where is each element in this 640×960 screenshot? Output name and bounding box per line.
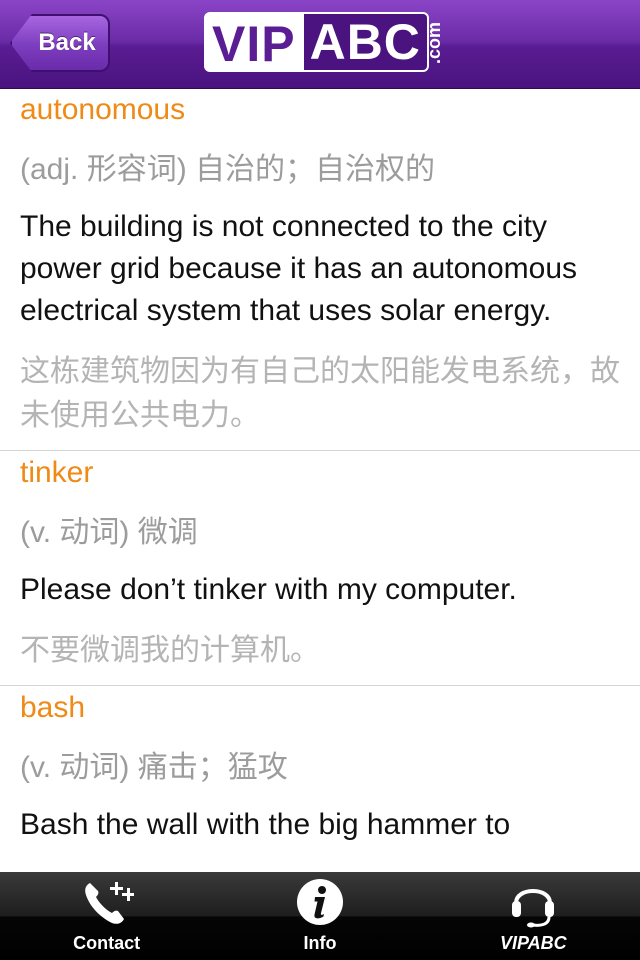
navigation-bar: Back VIP ABC .com <box>0 0 640 89</box>
word-entry: autonomous (adj. 形容词) 自治的；自治权的 The build… <box>0 88 640 451</box>
phone-plus-icon <box>80 875 134 929</box>
entry-example: Please don’t tinker with my computer. <box>20 573 517 606</box>
logo-text-abc: ABC <box>303 12 429 72</box>
tab-vipabc-label: VIPABC <box>499 933 567 953</box>
back-button[interactable]: Back <box>10 14 110 72</box>
entry-example: Bash the wall with the big hammer to <box>20 808 511 841</box>
tab-bar: Contact Info VIPABC <box>0 872 640 960</box>
entry-part-of-speech: (v. 动词) 痛击；猛攻 <box>20 751 288 784</box>
tab-contact[interactable]: Contact <box>0 872 213 960</box>
tab-vipabc[interactable]: VIPABC <box>427 872 640 960</box>
logo-suffix: .com <box>424 22 444 65</box>
entry-word: bash <box>20 691 86 724</box>
tab-contact-label: Contact <box>73 933 141 953</box>
headset-icon <box>506 875 560 929</box>
logo-text-vip: VIP <box>204 12 304 72</box>
word-list[interactable]: autonomous (adj. 形容词) 自治的；自治权的 The build… <box>0 88 640 872</box>
word-entry: bash (v. 动词) 痛击；猛攻 Bash the wall with th… <box>0 686 640 846</box>
entry-part-of-speech: (adj. 形容词) 自治的；自治权的 <box>20 153 436 186</box>
entry-translation: 不要微调我的计算机。 <box>20 634 320 667</box>
entry-example: The building is not connected to the cit… <box>20 210 578 327</box>
tab-info[interactable]: Info <box>213 872 426 960</box>
entry-word: autonomous <box>20 93 186 126</box>
entry-word: tinker <box>20 456 94 489</box>
word-entry: tinker (v. 动词) 微调 Please don’t tinker wi… <box>0 451 640 686</box>
entry-translation: 这栋建筑物因为有自己的太阳能发电系统，故未使用公共电力。 <box>20 355 620 432</box>
tab-info-label: Info <box>303 933 337 953</box>
info-icon <box>293 875 347 929</box>
entry-part-of-speech: (v. 动词) 微调 <box>20 516 198 549</box>
vipabc-logo: VIP ABC <box>204 12 436 72</box>
